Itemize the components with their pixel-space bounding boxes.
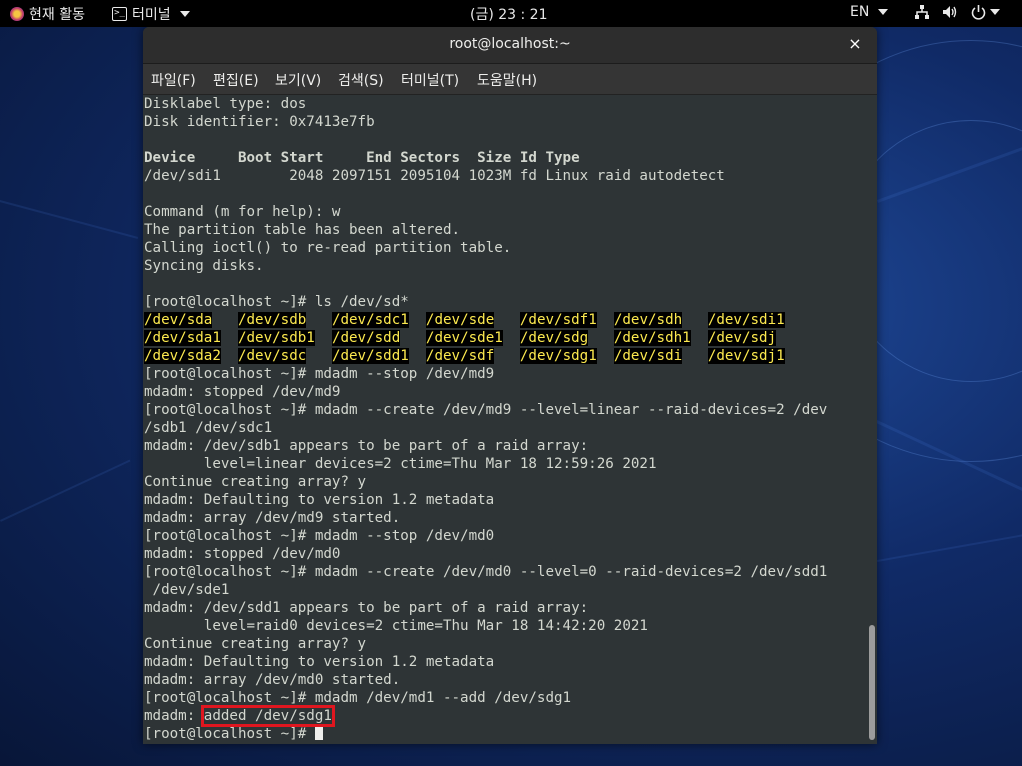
terminal-line: Disklabel type: dos xyxy=(144,96,307,112)
device-file: /dev/sdh xyxy=(613,312,683,328)
menu-terminal[interactable]: 터미널(T) xyxy=(401,70,459,90)
device-file: /dev/sdc1 xyxy=(331,312,409,328)
terminal-line: /dev/sdi1 2048 2097151 2095104 1023M fd … xyxy=(144,168,725,184)
device-file: /dev/sdd1 xyxy=(331,348,409,364)
clock-label: (금) 23 : 21 xyxy=(470,7,548,23)
device-file: /dev/sdh1 xyxy=(613,330,691,346)
device-file: /dev/sde1 xyxy=(425,330,503,346)
device-file: /dev/sda xyxy=(144,312,213,328)
network-icon xyxy=(915,5,929,19)
system-menu[interactable] xyxy=(914,4,1000,20)
device-file: /dev/sdf xyxy=(425,348,495,364)
terminal-line: mdadm: array /dev/md0 started. xyxy=(144,672,401,688)
top-bar: 현재 활동 >_ 터미널 (금) 23 : 21 EN xyxy=(0,0,1022,27)
window-titlebar[interactable]: root@localhost:~ × xyxy=(143,27,877,64)
app-menu-label: 터미널 xyxy=(132,7,171,23)
terminal-line: /dev/sda /dev/sdb /dev/sdc1 /dev/sde /de… xyxy=(144,311,864,329)
terminal-line: Device Boot Start End Sectors Size Id Ty… xyxy=(144,150,580,166)
terminal-window: root@localhost:~ × 파일(F) 편집(E) 보기(V) 검색(… xyxy=(143,27,877,744)
terminal-line: mdadm: /dev/sdb1 appears to be part of a… xyxy=(144,438,589,454)
terminal-line: Continue creating array? y xyxy=(144,636,367,652)
terminal-line: [root@localhost ~]# mdadm --stop /dev/md… xyxy=(144,528,495,544)
terminal-line: [root@localhost ~]# mdadm --stop /dev/md… xyxy=(144,366,495,382)
terminal-line: level=raid0 devices=2 ctime=Thu Mar 18 1… xyxy=(144,618,648,634)
menu-view[interactable]: 보기(V) xyxy=(275,70,321,90)
app-menu-button[interactable]: >_ 터미널 xyxy=(112,4,190,24)
device-file: /dev/sdi xyxy=(613,348,683,364)
device-file: /dev/sdg1 xyxy=(519,348,597,364)
terminal-line: [root@localhost ~]# ls /dev/sd* xyxy=(144,294,409,310)
highlighted-result: added /dev/sdg1 xyxy=(200,705,335,727)
prompt-line[interactable]: [root@localhost ~]# xyxy=(144,725,864,743)
device-file: /dev/sdj xyxy=(707,330,777,346)
add-result-prefix: mdadm: xyxy=(144,708,204,724)
terminal-line: mdadm: stopped /dev/md9 xyxy=(144,384,341,400)
terminal-line: /dev/sda2 /dev/sdc /dev/sdd1 /dev/sdf /d… xyxy=(144,347,864,365)
text-cursor xyxy=(314,725,323,740)
menu-search[interactable]: 검색(S) xyxy=(338,70,384,90)
menu-help[interactable]: 도움말(H) xyxy=(477,70,537,90)
scrollbar-thumb[interactable] xyxy=(869,625,875,740)
terminal-line: Continue creating array? y xyxy=(144,474,367,490)
chevron-down-icon xyxy=(990,9,1000,15)
terminal-line: [root@localhost ~]# mdadm --create /dev/… xyxy=(144,402,828,418)
terminal-line: mdadm: Defaulting to version 1.2 metadat… xyxy=(144,492,495,508)
menu-edit[interactable]: 편집(E) xyxy=(213,70,259,90)
terminal-line: /dev/sda1 /dev/sdb1 /dev/sdd /dev/sde1 /… xyxy=(144,329,864,347)
device-file: /dev/sde xyxy=(425,312,495,328)
power-icon xyxy=(971,5,986,20)
menu-bar: 파일(F) 편집(E) 보기(V) 검색(S) 터미널(T) 도움말(H) xyxy=(143,64,877,95)
terminal-line: The partition table has been altered. xyxy=(144,222,461,238)
device-file: /dev/sda1 xyxy=(144,330,221,346)
device-file: /dev/sdf1 xyxy=(519,312,597,328)
language-label: EN xyxy=(850,4,870,20)
terminal-line: [root@localhost ~]# mdadm --create /dev/… xyxy=(144,564,828,580)
device-file: /dev/sda2 xyxy=(144,348,221,364)
device-file: /dev/sdd xyxy=(331,330,401,346)
close-button[interactable]: × xyxy=(845,27,865,61)
terminal-lines: Disklabel type: dos Disk identifier: 0x74… xyxy=(144,95,864,743)
window-title: root@localhost:~ xyxy=(449,36,571,52)
terminal-line: mdadm: stopped /dev/md0 xyxy=(144,546,341,562)
terminal-line: mdadm: Defaulting to version 1.2 metadat… xyxy=(144,654,495,670)
activities-button[interactable]: 현재 활동 xyxy=(10,4,85,24)
terminal-line: /dev/sde1 xyxy=(144,582,230,598)
terminal-icon: >_ xyxy=(112,7,127,21)
device-file: /dev/sdg xyxy=(519,330,589,346)
activities-label: 현재 활동 xyxy=(29,7,85,23)
terminal-output[interactable]: Disklabel type: dos Disk identifier: 0x74… xyxy=(143,95,877,744)
device-file: /dev/sdc xyxy=(237,348,307,364)
terminal-line: /sdb1 /dev/sdc1 xyxy=(144,420,273,436)
shell-prompt: [root@localhost ~]# xyxy=(144,726,315,742)
terminal-line: mdadm: array /dev/md9 started. xyxy=(144,510,401,526)
terminal-line: mdadm: /dev/sdd1 appears to be part of a… xyxy=(144,600,589,616)
add-result-line: mdadm: added /dev/sdg1 xyxy=(144,705,864,727)
terminal-line: Syncing disks. xyxy=(144,258,264,274)
activities-icon xyxy=(10,7,24,21)
terminal-line: Calling ioctl() to re-read partition tab… xyxy=(144,240,512,256)
device-file: /dev/sdi1 xyxy=(707,312,785,328)
terminal-line: level=linear devices=2 ctime=Thu Mar 18 … xyxy=(144,456,657,472)
clock[interactable]: (금) 23 : 21 xyxy=(470,4,548,24)
device-file: /dev/sdj1 xyxy=(707,348,785,364)
terminal-line: [root@localhost ~]# mdadm /dev/md1 --add… xyxy=(144,690,572,706)
volume-icon xyxy=(943,6,957,18)
terminal-line: Disk identifier: 0x7413e7fb xyxy=(144,114,375,130)
chevron-down-icon xyxy=(878,9,889,15)
language-selector[interactable]: EN xyxy=(850,4,889,20)
device-file: /dev/sdb1 xyxy=(237,330,315,346)
terminal-line: Command (m for help): w xyxy=(144,204,341,220)
device-file: /dev/sdb xyxy=(237,312,307,328)
menu-file[interactable]: 파일(F) xyxy=(151,70,196,90)
chevron-down-icon xyxy=(179,11,190,17)
